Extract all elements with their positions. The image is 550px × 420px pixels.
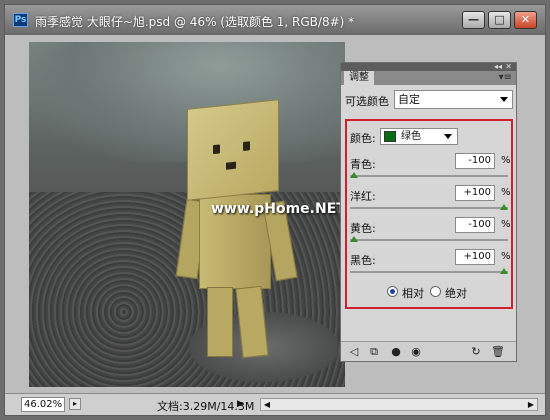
slider-track[interactable] xyxy=(350,271,508,273)
highlighted-adjustment-area: 颜色: 绿色 青色: -100 % 洋红: +100 % 黄色: -100 % … xyxy=(345,119,513,309)
color-label: 颜色: xyxy=(350,132,376,145)
photoshop-logo-icon: Ps xyxy=(13,13,28,27)
view-previous-icon[interactable]: ◉ xyxy=(409,345,423,359)
maximize-icon: □ xyxy=(494,13,505,26)
slider-value-input[interactable]: -100 xyxy=(455,153,495,169)
document-window: Ps 雨季感觉 大眼仔~旭.psd @ 46% (选取颜色 1, RGB/8#)… xyxy=(4,4,546,416)
tab-adjustments[interactable]: 调整 xyxy=(344,71,374,85)
chevron-down-icon xyxy=(500,97,508,102)
slider-thumb[interactable] xyxy=(350,172,358,178)
danbo-eye xyxy=(243,141,250,151)
preset-label: 可选颜色 xyxy=(345,95,389,108)
minimize-button[interactable]: — xyxy=(462,11,485,29)
minimize-icon: — xyxy=(468,13,479,26)
collapse-icon[interactable]: ◂◂ xyxy=(494,62,502,71)
window-title: 雨季感觉 大眼仔~旭.psd @ 46% (选取颜色 1, RGB/8#) * xyxy=(35,15,355,29)
color-value: 绿色 xyxy=(401,131,421,142)
radio-absolute[interactable] xyxy=(430,286,441,297)
zoom-input[interactable]: 46.02% xyxy=(21,397,65,412)
chevron-down-icon xyxy=(444,134,452,139)
panel-menu-icon[interactable]: ▾≡ xyxy=(499,72,512,83)
panel-close-icon[interactable]: ✕ xyxy=(505,62,512,71)
preset-row: 可选颜色 自定 xyxy=(345,90,513,110)
reset-icon[interactable]: ↻ xyxy=(469,345,483,359)
slider-value-input[interactable]: +100 xyxy=(455,185,495,201)
color-row: 颜色: 绿色 xyxy=(350,128,510,146)
slider-track[interactable] xyxy=(350,239,508,241)
close-button[interactable]: ✕ xyxy=(514,11,537,29)
preset-dropdown[interactable]: 自定 xyxy=(394,90,513,109)
slider-cyan: 青色: -100 % xyxy=(350,153,511,183)
slider-track[interactable] xyxy=(350,207,508,209)
radio-relative-label: 相对 xyxy=(402,287,424,300)
slider-label: 青色: xyxy=(350,158,376,171)
image-canvas[interactable]: www.pHome.NET xyxy=(29,42,345,387)
clip-icon[interactable]: ⧉ xyxy=(367,345,381,359)
radio-absolute-label: 绝对 xyxy=(445,287,467,300)
maximize-button[interactable]: □ xyxy=(488,11,511,29)
mode-radio-group: 相对 绝对 xyxy=(387,284,507,300)
slider-track[interactable] xyxy=(350,175,508,177)
slider-magenta: 洋红: +100 % xyxy=(350,185,511,215)
slider-thumb[interactable] xyxy=(500,268,508,274)
visibility-icon[interactable]: ● xyxy=(389,345,403,359)
status-info-icon[interactable]: ▸ xyxy=(69,398,81,410)
scroll-left-icon[interactable]: ◀ xyxy=(261,399,273,410)
slider-value-input[interactable]: -100 xyxy=(455,217,495,233)
preset-value: 自定 xyxy=(398,93,420,106)
scroll-right-icon[interactable]: ▶ xyxy=(525,399,537,410)
slider-label: 黑色: xyxy=(350,254,376,267)
slider-black: 黑色: +100 % xyxy=(350,249,511,279)
back-icon[interactable]: ◁ xyxy=(347,345,361,359)
delete-icon[interactable]: 🗑 xyxy=(491,345,505,359)
watermark-text: www.pHome.NET xyxy=(211,201,345,217)
panel-tab-strip: 调整 ▾≡ xyxy=(341,71,516,85)
slider-thumb[interactable] xyxy=(350,236,358,242)
panel-footer-toolbar: ◁ ⧉ ● ◉ ↻ 🗑 xyxy=(341,341,516,361)
danbo-eye xyxy=(213,144,220,155)
title-bar[interactable]: Ps 雨季感觉 大眼仔~旭.psd @ 46% (选取颜色 1, RGB/8#)… xyxy=(5,5,545,35)
percent-sign: % xyxy=(501,251,511,262)
danbo-mouth xyxy=(226,161,236,170)
adjustments-panel: ◂◂ ✕ 调整 ▾≡ 可选颜色 自定 颜色: 绿色 青色: -100 % 洋红:… xyxy=(340,62,517,362)
color-swatch xyxy=(384,131,396,142)
danbo-head xyxy=(187,99,279,201)
danbo-left-leg xyxy=(207,287,233,357)
horizontal-scrollbar[interactable]: ◀ ▶ xyxy=(260,398,538,411)
percent-sign: % xyxy=(501,155,511,166)
slider-thumb[interactable] xyxy=(500,204,508,210)
slider-yellow: 黄色: -100 % xyxy=(350,217,511,247)
panel-header-bar[interactable]: ◂◂ ✕ xyxy=(341,62,516,71)
status-bar: 46.02% ▸ 文档:3.29M/14.3M ▶ ◀ ▶ xyxy=(5,393,545,415)
percent-sign: % xyxy=(501,219,511,230)
slider-label: 黄色: xyxy=(350,222,376,235)
slider-label: 洋红: xyxy=(350,190,376,203)
close-icon: ✕ xyxy=(520,13,531,26)
radio-relative[interactable] xyxy=(387,286,398,297)
window-controls: — □ ✕ xyxy=(462,11,537,29)
percent-sign: % xyxy=(501,187,511,198)
color-dropdown[interactable]: 绿色 xyxy=(380,128,458,145)
status-menu-arrow-icon[interactable]: ▶ xyxy=(237,399,244,409)
slider-value-input[interactable]: +100 xyxy=(455,249,495,265)
